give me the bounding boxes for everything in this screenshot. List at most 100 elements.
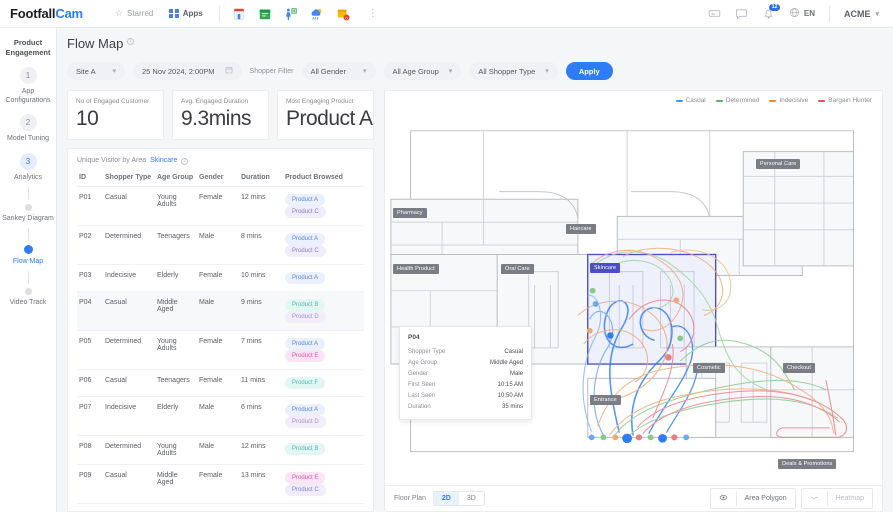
apply-button[interactable]: Apply xyxy=(566,62,613,80)
product-tag[interactable]: Product E xyxy=(285,350,325,362)
sidebar-step-model-tuning[interactable]: 2 Model Tuning xyxy=(0,105,56,143)
zone-label[interactable]: Pharmacy xyxy=(393,208,427,218)
shopper-filter-label: Shopper Filter xyxy=(250,68,294,75)
weather-icon[interactable] xyxy=(310,7,324,21)
zone-label[interactable]: Deals & Promotions xyxy=(778,459,836,469)
table-row[interactable]: P06CasualTeenagersFemale11 minsProduct F xyxy=(77,370,364,397)
legend-label: Indecisive xyxy=(779,97,808,104)
cell-shopper-type: Indecisive xyxy=(103,397,155,436)
product-tag[interactable]: Product A xyxy=(285,233,325,245)
cell-id: P01 xyxy=(77,187,103,226)
sidebar-item-flow-map[interactable]: Flow Map xyxy=(0,241,56,266)
table-row[interactable]: P02DeterminedTeenagersMale8 minsProduct … xyxy=(77,226,364,265)
cell-duration: 8 mins xyxy=(239,226,283,265)
zone-label[interactable]: Cosmetic xyxy=(693,363,725,373)
cell-product-browsed: Product EProduct C xyxy=(283,465,364,504)
sidebar-step-analytics[interactable]: 3 Analytics xyxy=(0,144,56,182)
sidebar-item-video-track[interactable]: Video Track xyxy=(0,284,56,307)
zone-label[interactable]: Personal Care xyxy=(756,159,800,169)
zone-label[interactable]: Checkout xyxy=(783,363,815,373)
gender-filter[interactable]: All Gender ▾ xyxy=(302,62,376,80)
vertical-dots-icon[interactable]: ⋮ xyxy=(362,8,384,19)
col-id: ID xyxy=(77,171,103,187)
table-row[interactable]: P07IndecisiveElderlyMale6 minsProduct AP… xyxy=(77,397,364,436)
table-caption-text: Unique Visitor by Area xyxy=(77,157,146,164)
table-row[interactable]: P08DeterminedYoung AdultsMale12 minsProd… xyxy=(77,436,364,465)
product-tag[interactable]: Product E xyxy=(285,472,325,484)
shopper-type-filter[interactable]: All Shopper Type ▾ xyxy=(469,62,558,80)
product-tag[interactable]: Product C xyxy=(285,245,326,257)
site-selector[interactable]: Site A ▾ xyxy=(67,62,125,80)
table-row[interactable]: P09CasualMiddle AgedFemale13 minsProduct… xyxy=(77,465,364,504)
zone-label[interactable]: Entrance xyxy=(590,395,621,405)
product-tag[interactable]: Product C xyxy=(285,206,326,218)
starred-button[interactable]: ☆ Starred xyxy=(107,0,161,28)
table-row[interactable]: P04CasualMiddle AgedMale9 minsProduct BP… xyxy=(77,292,364,331)
product-tag[interactable]: Product F xyxy=(285,377,325,389)
table-row[interactable]: P01CasualYoung AdultsFemale12 minsProduc… xyxy=(77,187,364,226)
tooltip-row: Shopper TypeCasual xyxy=(408,346,523,357)
zone-label[interactable]: Haircare xyxy=(566,224,596,234)
sidebar-step-app-configurations[interactable]: 1 App Configurations xyxy=(0,58,56,105)
view-3d-button[interactable]: 3D xyxy=(459,492,484,505)
info-icon[interactable]: i xyxy=(127,38,134,45)
product-tag[interactable]: Product B xyxy=(285,299,325,311)
eye-icon[interactable] xyxy=(711,489,736,508)
product-tag[interactable]: Product D xyxy=(285,416,326,428)
sidebar-item-label: Video Track xyxy=(8,298,49,307)
area-polygon-group: Area Polygon xyxy=(710,488,796,509)
app-logo[interactable]: FootfallCam xyxy=(10,6,83,21)
table-row[interactable]: P10IndecisiveElderlyMale13 minsProduct A… xyxy=(77,504,364,512)
zone-label[interactable]: Skincare xyxy=(590,263,620,273)
heatmap-button[interactable]: Heatmap xyxy=(827,491,872,506)
cell-duration: 12 mins xyxy=(239,187,283,226)
path-icon[interactable] xyxy=(802,489,827,508)
bell-icon[interactable]: 12 xyxy=(762,7,775,20)
calendar-icon[interactable] xyxy=(258,7,272,21)
top-bar-right: 12 EN ACME ▾ xyxy=(708,6,883,22)
tooltip-row: Duration35 mins xyxy=(408,401,523,412)
kpi-value: 9.3mins xyxy=(181,107,260,131)
main-content: Flow Map i Site A ▾ 25 Nov 2024, 2:00PM … xyxy=(57,28,893,512)
sidebar-item-sankey-diagram[interactable]: Sankey Diagram xyxy=(0,200,56,223)
view-2d-button[interactable]: 2D xyxy=(434,492,459,505)
cell-product-browsed: Product B xyxy=(283,436,364,465)
floor-plan-canvas[interactable]: Pharmacy Haircare Health Product Oral Care S… xyxy=(385,104,882,485)
kpi-label: Avg. Engaged Duration xyxy=(181,98,260,105)
legend-item[interactable]: Bargain Hunter xyxy=(818,97,872,104)
legend-item[interactable]: Determined xyxy=(716,97,760,104)
area-polygon-button[interactable]: Area Polygon xyxy=(736,491,795,506)
product-tag[interactable]: Product A xyxy=(285,272,325,284)
age-group-filter[interactable]: All Age Group ▾ xyxy=(384,62,462,80)
cell-shopper-type: Casual xyxy=(103,292,155,331)
product-tag[interactable]: Product A xyxy=(285,338,325,350)
table-header-row: ID Shopper Type Age Group Gender Duratio… xyxy=(77,171,364,187)
message-icon[interactable] xyxy=(735,7,748,20)
date-picker[interactable]: 25 Nov 2024, 2:00PM xyxy=(133,62,242,80)
table-row[interactable]: P05DeterminedYoung AdultsFemale7 minsPro… xyxy=(77,331,364,370)
cell-product-browsed: Product A xyxy=(283,265,364,292)
store-icon[interactable] xyxy=(232,7,246,21)
zone-label[interactable]: Health Product xyxy=(393,264,439,274)
product-tag[interactable]: Product A xyxy=(285,404,325,416)
product-tag[interactable]: Product B xyxy=(285,443,325,455)
ticket-icon[interactable] xyxy=(708,7,721,20)
account-menu[interactable]: ACME ▾ xyxy=(844,9,879,19)
floor-plan-label: Floor Plan xyxy=(394,495,426,502)
zone-label[interactable]: Oral Care xyxy=(501,264,534,274)
legend-swatch xyxy=(818,100,825,102)
package-icon[interactable]: 0 xyxy=(336,7,350,21)
legend-item[interactable]: Casual xyxy=(676,97,706,104)
table-area-link[interactable]: Skincare xyxy=(150,157,177,164)
product-tag[interactable]: Product D xyxy=(285,311,326,323)
table-row[interactable]: P03IndecisiveElderlyFemale10 minsProduct… xyxy=(77,265,364,292)
apps-button[interactable]: Apps xyxy=(161,0,211,28)
product-tag[interactable]: Product A xyxy=(285,194,325,206)
brand-second: Cam xyxy=(55,6,83,21)
info-icon[interactable]: i xyxy=(181,158,188,165)
language-selector[interactable]: EN xyxy=(789,7,815,20)
legend-item[interactable]: Indecisive xyxy=(769,97,808,104)
people-counter-icon[interactable] xyxy=(284,7,298,21)
filter-bar: Site A ▾ 25 Nov 2024, 2:00PM Shopper Fil… xyxy=(67,62,883,80)
product-tag[interactable]: Product C xyxy=(285,484,326,496)
